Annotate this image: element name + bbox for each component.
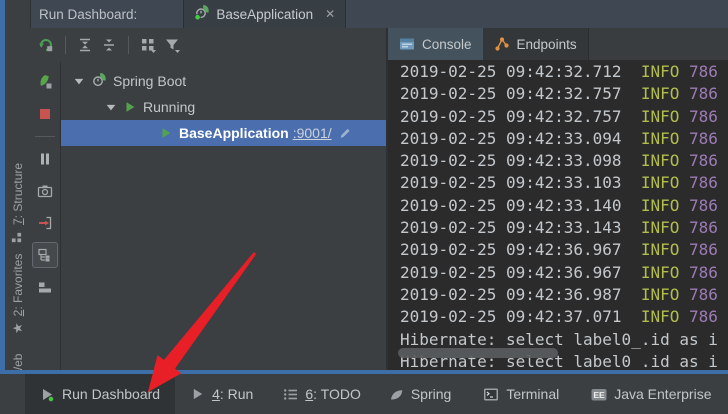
stop-icon: [37, 106, 53, 122]
edit-pencil-icon[interactable]: [338, 126, 352, 140]
run-tool-window-icon: [191, 387, 205, 401]
console-tab-bar: Console Endpoints: [388, 28, 728, 60]
expand-all-button[interactable]: [73, 33, 97, 57]
run-controls-toolbar: [30, 62, 61, 374]
stripe-label-favorites: 2: Favorites: [11, 254, 25, 317]
spring-boot-running-icon: [194, 4, 210, 25]
statusbar-spring[interactable]: Spring: [383, 374, 457, 414]
collapse-all-button[interactable]: [97, 33, 121, 57]
horizontal-scrollbar-thumb[interactable]: [398, 348, 558, 358]
status-bar: Run Dashboard 4: Run 6: TODO Spring: [0, 374, 728, 414]
statusbar-todo[interactable]: 6: TODO: [277, 374, 367, 414]
collapse-all-icon: [101, 37, 117, 53]
tree-node-label: Running: [143, 99, 195, 115]
stripe-label-structure: 7: Structure: [11, 163, 25, 225]
console-line: 2019-02-25 09:42:32.712 INFO 786: [400, 61, 728, 83]
console-line: 2019-02-25 09:42:36.987 INFO 786: [400, 284, 728, 306]
filter-icon: [164, 37, 181, 54]
run-dashboard-header-label: Run Dashboard:: [30, 7, 137, 22]
run-config-name: BaseApplication: [179, 125, 289, 141]
favorites-star-icon: ★: [10, 322, 26, 334]
ide-run-dashboard-window: Run Dashboard: BaseApplication ✕: [0, 0, 728, 414]
console-line: 2019-02-25 09:42:37.071 INFO 786: [400, 306, 728, 328]
statusbar-terminal[interactable]: Terminal: [477, 374, 565, 414]
configurations-tree-icon: [37, 247, 53, 263]
console-line: 2019-02-25 09:42:33.103 INFO 786: [400, 172, 728, 194]
close-icon[interactable]: ✕: [325, 7, 335, 21]
statusbar-label: Run Dashboard: [62, 386, 160, 402]
console-line: 2019-02-25 09:42:36.967 INFO 786: [400, 262, 728, 284]
left-accent-border: [0, 0, 5, 370]
tab-endpoints[interactable]: Endpoints: [483, 28, 589, 60]
console-line: 2019-02-25 09:42:36.967 INFO 786: [400, 239, 728, 261]
toolbar-separator: [35, 136, 55, 137]
rerun-application-icon: [37, 74, 53, 90]
expand-all-icon: [77, 37, 93, 53]
run-icon: [123, 100, 137, 114]
java-ee-icon: EE: [591, 387, 607, 402]
run-icon: [159, 126, 173, 140]
console-line: 2019-02-25 09:42:33.094 INFO 786: [400, 128, 728, 150]
statusbar-label: Terminal: [506, 386, 559, 402]
tab-title: BaseApplication: [216, 7, 313, 22]
stripe-item-structure[interactable]: 7: Structure: [7, 163, 29, 244]
console-line: 2019-02-25 09:42:33.098 INFO 786: [400, 150, 728, 172]
terminal-icon: [483, 387, 499, 402]
tree-node-running[interactable]: Running: [61, 94, 386, 120]
pause-button[interactable]: [32, 146, 58, 172]
tool-window-header: Run Dashboard: BaseApplication ✕: [30, 0, 728, 29]
tool-window-stripe: 7: Structure ★ 2: Favorites Web: [5, 0, 31, 370]
console-line: 2019-02-25 09:42:32.757 INFO 786: [400, 83, 728, 105]
rerun-button[interactable]: [34, 33, 58, 57]
statusbar-run-dashboard[interactable]: Run Dashboard: [25, 374, 175, 414]
port-link[interactable]: :9001/: [293, 125, 332, 141]
show-configurations-button[interactable]: [32, 242, 58, 268]
spring-leaf-icon: [389, 387, 404, 402]
statusbar-run[interactable]: 4: Run: [185, 374, 259, 414]
tree-node-spring-boot[interactable]: Spring Boot: [61, 68, 386, 94]
exit-button[interactable]: [32, 210, 58, 236]
toolbar-separator: [128, 36, 129, 54]
run-dashboard-icon: [40, 387, 55, 402]
group-by-button[interactable]: [136, 33, 160, 57]
exit-icon: [37, 215, 53, 231]
tree-node-label: Spring Boot: [113, 73, 186, 89]
statusbar-label: 4: Run: [212, 386, 253, 402]
stripe-item-favorites[interactable]: ★ 2: Favorites: [7, 254, 29, 334]
spring-boot-icon: [91, 72, 107, 91]
console-icon: [399, 36, 415, 52]
dashboard-toolbar: [30, 28, 386, 63]
statusbar-label: 6: TODO: [305, 386, 361, 402]
statusbar-java-enterprise[interactable]: EE Java Enterprise: [585, 374, 717, 414]
tree-node-baseapplication[interactable]: BaseApplication:9001/: [61, 120, 386, 146]
structure-icon: [10, 231, 26, 244]
console-line: 2019-02-25 09:42:32.757 INFO 786: [400, 106, 728, 128]
todo-list-icon: [283, 387, 298, 402]
tab-console-label: Console: [422, 37, 472, 52]
console-output: 2019-02-25 09:42:32.712 INFO 7862019-02-…: [388, 60, 728, 370]
thread-dump-button[interactable]: [32, 178, 58, 204]
tab-endpoints-label: Endpoints: [517, 37, 577, 52]
tab-baseapplication[interactable]: BaseApplication ✕: [183, 0, 346, 28]
layout-panels-icon: [37, 279, 53, 295]
tab-console[interactable]: Console: [388, 28, 483, 60]
filter-button[interactable]: [160, 33, 184, 57]
toolbar-separator: [65, 36, 66, 54]
run-dashboard-tree: Spring Boot Running BaseApplication:9001…: [61, 62, 386, 374]
rerun-application-button[interactable]: [32, 69, 58, 95]
chevron-down-icon: [105, 101, 117, 113]
statusbar-label: Java Enterprise: [614, 386, 711, 402]
console-line: 2019-02-25 09:42:33.143 INFO 786: [400, 217, 728, 239]
pause-icon: [37, 151, 53, 167]
layout-button[interactable]: [32, 274, 58, 300]
endpoints-icon: [494, 36, 510, 52]
group-by-icon: [140, 37, 157, 54]
chevron-down-icon: [73, 75, 85, 87]
stop-button[interactable]: [32, 101, 58, 127]
statusbar-label: Spring: [411, 386, 451, 402]
rerun-icon: [38, 37, 54, 53]
thread-dump-camera-icon: [37, 183, 53, 199]
console-line: 2019-02-25 09:42:33.140 INFO 786: [400, 195, 728, 217]
svg-text:EE: EE: [594, 390, 606, 400]
